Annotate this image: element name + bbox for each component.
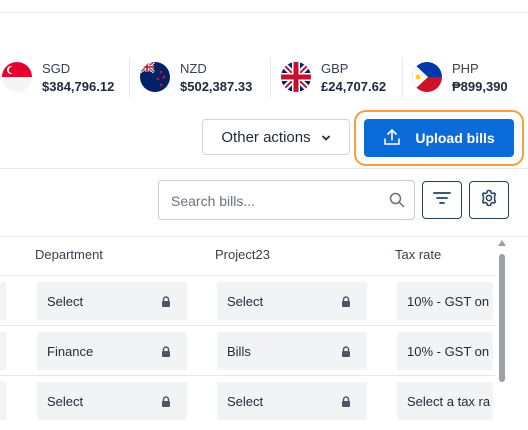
- currency-separator: [402, 58, 403, 98]
- currency-amount: $384,796.12: [42, 79, 115, 94]
- column-header-project[interactable]: Project23: [215, 247, 270, 262]
- toolbar-divider: [0, 168, 528, 169]
- chevron-down-icon: [321, 129, 331, 146]
- cell-value: Select: [227, 293, 264, 309]
- currency-separator: [129, 58, 130, 98]
- currency-amount: ₱899,390: [452, 79, 508, 94]
- currency-sgd: SGD $384,796.12: [2, 58, 132, 98]
- scrollbar-thumb[interactable]: [499, 254, 505, 382]
- tax-rate-cell[interactable]: 10% - GST on: [397, 332, 493, 370]
- filter-button[interactable]: [422, 181, 462, 219]
- cell-value: Bills: [227, 343, 251, 359]
- cell-value: 10% - GST on: [407, 343, 490, 359]
- upload-bills-label: Upload bills: [415, 130, 495, 146]
- project-cell[interactable]: Bills: [217, 332, 367, 370]
- search-box: [158, 180, 415, 220]
- search-icon[interactable]: [389, 192, 405, 213]
- currency-code: GBP: [321, 61, 349, 76]
- tax-rate-cell[interactable]: 10% - GST on: [397, 282, 493, 320]
- currency-separator: [270, 58, 271, 98]
- row-stub: [0, 332, 6, 370]
- column-header-department[interactable]: Department: [35, 247, 103, 262]
- row-divider: [0, 375, 496, 376]
- scroll-up-arrow-icon[interactable]: [498, 240, 506, 246]
- currency-code: SGD: [42, 61, 71, 76]
- project-cell[interactable]: Select: [217, 382, 367, 420]
- row-stub: [0, 282, 6, 320]
- tax-rate-cell[interactable]: Select a tax ra: [397, 382, 493, 420]
- nz-flag-icon: [140, 62, 170, 92]
- settings-button[interactable]: [469, 181, 509, 219]
- currency-gbp: GBP £24,707.62: [281, 58, 411, 98]
- row-divider: [0, 325, 496, 326]
- currency-php: PHP ₱899,390: [412, 58, 528, 98]
- currency-nzd: NZD $502,387.33: [140, 58, 270, 98]
- upload-icon: [383, 128, 401, 149]
- project-cell[interactable]: Select: [217, 282, 367, 320]
- row-stub: [0, 382, 6, 420]
- cell-value: Select: [227, 393, 264, 409]
- gb-flag-icon: [281, 62, 311, 92]
- currency-code: NZD: [180, 61, 207, 76]
- filter-icon: [433, 191, 451, 210]
- currency-code: PHP: [452, 61, 479, 76]
- department-cell[interactable]: Finance: [37, 332, 187, 370]
- column-header-tax-rate[interactable]: Tax rate: [395, 247, 441, 262]
- lock-icon: [341, 395, 351, 410]
- cell-value: Select: [47, 393, 84, 409]
- upload-bills-button[interactable]: Upload bills: [364, 119, 514, 157]
- other-actions-label: Other actions: [221, 128, 311, 146]
- lock-icon: [341, 345, 351, 360]
- cell-value: Finance: [47, 343, 94, 359]
- currency-amount: £24,707.62: [321, 79, 387, 94]
- gear-icon: [480, 189, 498, 212]
- lock-icon: [161, 295, 171, 310]
- currency-amount: $502,387.33: [180, 79, 253, 94]
- cell-value: Select a tax ra: [407, 393, 491, 409]
- lock-icon: [161, 345, 171, 360]
- department-cell[interactable]: Select: [37, 282, 187, 320]
- table-header-divider: [0, 275, 496, 276]
- cell-value: Select: [47, 293, 84, 309]
- search-input[interactable]: [169, 189, 383, 213]
- other-actions-button[interactable]: Other actions: [202, 119, 350, 155]
- cell-value: 10% - GST on: [407, 293, 490, 309]
- ph-flag-icon: [412, 62, 442, 92]
- top-divider: [0, 12, 528, 13]
- lock-icon: [161, 395, 171, 410]
- sg-flag-icon: [2, 62, 32, 92]
- table-top-border: [0, 236, 528, 237]
- department-cell[interactable]: Select: [37, 382, 187, 420]
- lock-icon: [341, 295, 351, 310]
